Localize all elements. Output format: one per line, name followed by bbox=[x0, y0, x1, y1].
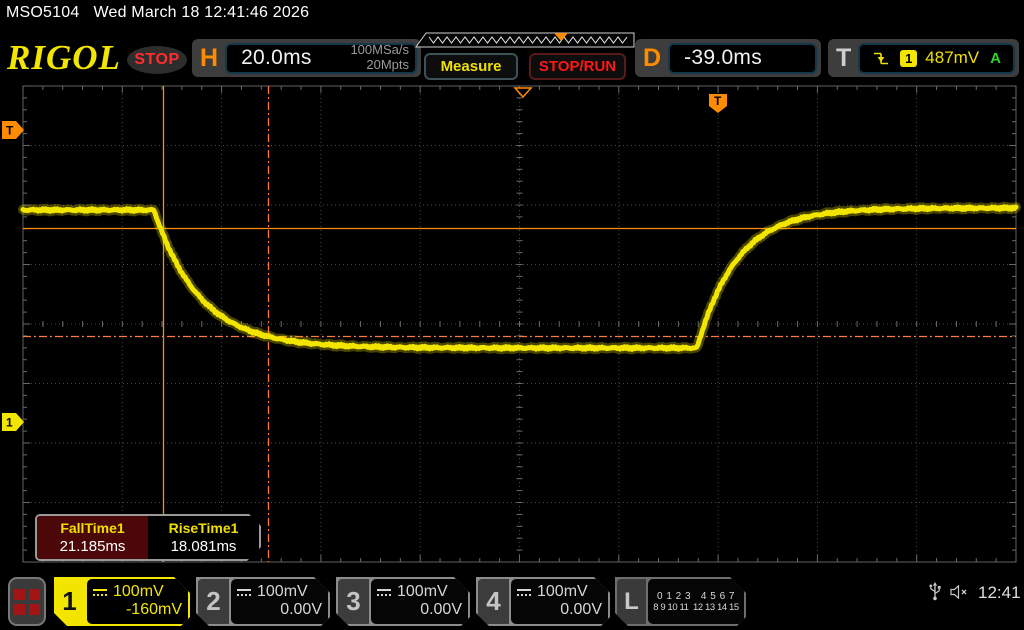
menu-button[interactable] bbox=[8, 577, 46, 626]
channel-info: 100mV 0.00V bbox=[371, 579, 468, 624]
channel-offset: -160mV bbox=[92, 602, 182, 619]
logic-label: L bbox=[617, 579, 646, 624]
clock-text: 12:41 bbox=[978, 583, 1021, 603]
channel-scale: 100mV bbox=[397, 584, 448, 601]
dc-coupling-icon bbox=[92, 588, 108, 597]
menu-grid-icon bbox=[14, 589, 40, 615]
sound-muted-icon bbox=[950, 585, 969, 599]
dc-coupling-icon bbox=[236, 588, 252, 597]
logic-channel-list: 0 1 2 3 4 5 6 7 8 9 10 11 12 13 14 15 bbox=[648, 579, 744, 624]
channel-number: 1 bbox=[54, 577, 85, 626]
dc-coupling-icon bbox=[376, 588, 392, 597]
channel-offset: 0.00V bbox=[516, 602, 602, 619]
measurement-value: 18.081ms bbox=[171, 538, 237, 555]
channel-scale: 100mV bbox=[257, 584, 308, 601]
measurement-name: RiseTime1 bbox=[169, 520, 239, 536]
measurement-panel: FallTime1 21.185ms RiseTime1 18.081ms bbox=[35, 514, 261, 561]
measurement-value: 21.185ms bbox=[60, 538, 126, 555]
measurement-falltime[interactable]: FallTime1 21.185ms bbox=[37, 516, 148, 559]
measurement-risetime[interactable]: RiseTime1 18.081ms bbox=[148, 516, 259, 559]
oscilloscope-screen: MSO5104 Wed March 18 12:41:46 2026 RIGOL… bbox=[0, 0, 1024, 630]
channel-info: 100mV -160mV bbox=[87, 579, 188, 624]
channel-4-button[interactable]: 4 100mV 0.00V bbox=[476, 577, 610, 626]
channel-number: 2 bbox=[198, 579, 229, 624]
dc-coupling-icon bbox=[516, 588, 532, 597]
channel-1-button[interactable]: 1 100mV -160mV bbox=[54, 577, 190, 626]
channel-offset: 0.00V bbox=[376, 602, 462, 619]
svg-text:T: T bbox=[714, 94, 722, 108]
svg-text:1: 1 bbox=[6, 416, 13, 430]
channel-scale: 100mV bbox=[537, 584, 588, 601]
channel-info: 100mV 0.00V bbox=[231, 579, 328, 624]
bottom-bar: 1 100mV -160mV 2 bbox=[0, 570, 1024, 630]
channel-3-button[interactable]: 3 100mV 0.00V bbox=[336, 577, 470, 626]
measurement-name: FallTime1 bbox=[60, 520, 124, 536]
channel-scale: 100mV bbox=[113, 584, 164, 601]
channel-2-button[interactable]: 2 100mV 0.00V bbox=[196, 577, 330, 626]
logic-channels-button[interactable]: L 0 1 2 3 4 5 6 7 8 9 10 11 12 13 14 15 bbox=[615, 577, 746, 626]
usb-icon bbox=[928, 582, 942, 601]
channel-number: 3 bbox=[338, 579, 369, 624]
channel-info: 100mV 0.00V bbox=[511, 579, 608, 624]
channel-number: 4 bbox=[478, 579, 509, 624]
channel-offset: 0.00V bbox=[236, 602, 322, 619]
svg-text:T: T bbox=[6, 124, 14, 138]
